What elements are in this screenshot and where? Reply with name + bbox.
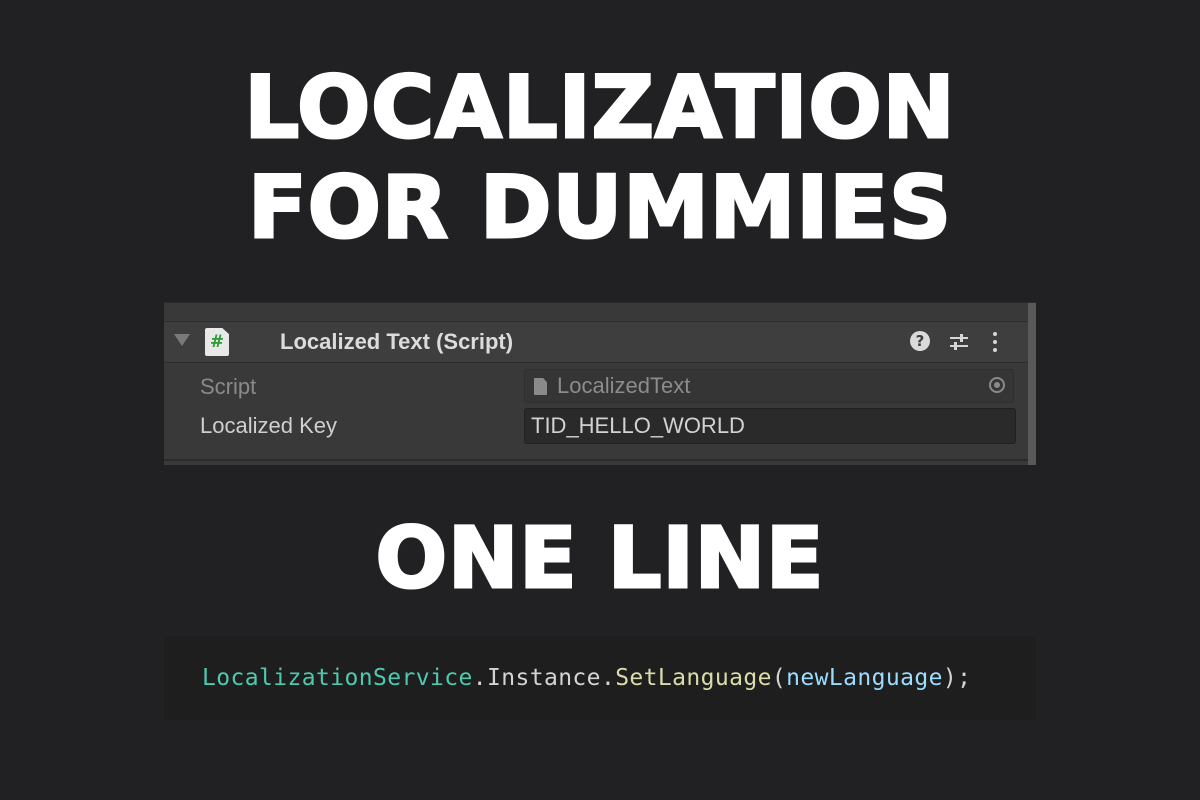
script-file-icon [534, 378, 547, 395]
script-object-field[interactable]: LocalizedText [524, 369, 1014, 403]
object-picker-icon[interactable] [989, 377, 1005, 393]
headline-line-1: LOCALIZATION [243, 57, 956, 160]
context-menu-icon[interactable] [990, 330, 1000, 354]
presets-icon[interactable] [948, 331, 970, 353]
csharp-script-icon: # [205, 328, 229, 356]
headline-line-3: ONE LINE [374, 508, 825, 609]
code-class-name: LocalizationService [202, 665, 473, 691]
localized-key-input[interactable]: TID_HELLO_WORLD [524, 408, 1016, 444]
code-method: SetLanguage [615, 665, 772, 691]
code-close: ); [942, 665, 972, 691]
component-header[interactable]: # Localized Text (Script) ? [164, 321, 1028, 363]
headline-line-2: FOR DUMMIES [246, 157, 953, 260]
code-dot: . [472, 665, 487, 691]
code-property: Instance [486, 665, 601, 691]
code-snippet: LocalizationService.Instance.SetLanguage… [164, 636, 1036, 720]
component-title: Localized Text (Script) [280, 329, 514, 354]
inspector-component-panel: # Localized Text (Script) ? Script Local… [164, 302, 1036, 465]
script-field-value: LocalizedText [557, 373, 691, 398]
inspector-scrollbar[interactable] [1028, 303, 1036, 465]
script-icon-glyph: # [209, 332, 225, 352]
property-row-localized-key: Localized Key TID_HELLO_WORLD [164, 408, 1028, 444]
foldout-arrow-icon[interactable] [174, 334, 190, 346]
code-dot: . [600, 665, 616, 691]
code-line: LocalizationService.Instance.SetLanguage… [202, 636, 971, 720]
inspector-divider [164, 459, 1028, 461]
code-argument: newLanguage [786, 665, 943, 691]
help-icon[interactable]: ? [910, 331, 930, 351]
script-label: Script [200, 374, 257, 399]
localized-key-label: Localized Key [200, 413, 337, 438]
code-open-paren: ( [771, 665, 787, 691]
property-row-script: Script LocalizedText [164, 369, 1028, 405]
